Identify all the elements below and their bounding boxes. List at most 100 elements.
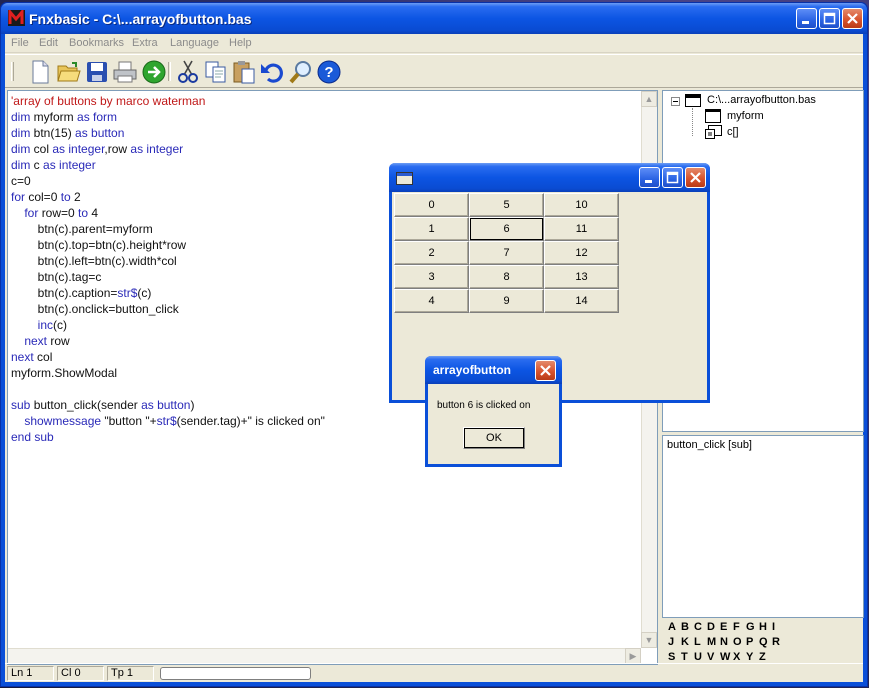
alphabet-letter[interactable]: A [668, 620, 681, 635]
grid-button[interactable]: 3 [394, 265, 469, 289]
toolbar-separator [168, 62, 171, 81]
menu-file[interactable]: File [11, 37, 29, 49]
alphabet-letter[interactable]: D [707, 620, 720, 635]
grid-button[interactable]: 1 [394, 217, 469, 241]
code-token: button_click(sender [33, 398, 142, 412]
alphabet-letter[interactable]: C [694, 620, 707, 635]
alphabet-letter[interactable]: E [720, 620, 733, 635]
title-bar[interactable]: Fnxbasic - C:\...arrayofbutton.bas [1, 3, 867, 34]
tree-line [692, 108, 693, 136]
toolbar-grip[interactable] [11, 62, 14, 81]
code-token: dim [11, 158, 34, 172]
run-button[interactable] [141, 59, 167, 85]
code-token: as integer [52, 142, 105, 156]
cut-button[interactable] [175, 59, 201, 85]
alphabet-letter[interactable]: G [746, 620, 759, 635]
grid-button[interactable]: 0 [394, 193, 469, 217]
tree-root-label[interactable]: C:\...arrayofbutton.bas [707, 94, 816, 106]
menu-language[interactable]: Language [170, 37, 219, 49]
minimize-button[interactable] [796, 8, 817, 29]
collapse-icon[interactable] [671, 97, 680, 106]
run-icon [142, 60, 166, 84]
alphabet-letter[interactable]: O [733, 635, 746, 650]
form-maximize-button[interactable] [662, 167, 683, 188]
grid-button[interactable]: 11 [544, 217, 619, 241]
code-token: str$ [156, 414, 177, 428]
code-line[interactable]: dim col as integer,row as integer [11, 141, 641, 157]
code-token: col [33, 142, 53, 156]
dialog-close-button[interactable] [535, 360, 556, 381]
alphabet-letter[interactable]: B [681, 620, 694, 635]
new-file-button[interactable] [27, 59, 53, 85]
save-button[interactable] [84, 59, 110, 85]
close-button[interactable] [842, 8, 863, 29]
scroll-right-arrow-icon[interactable]: ▶ [625, 648, 641, 664]
menu-help[interactable]: Help [229, 37, 252, 49]
undo-button[interactable] [259, 59, 285, 85]
paste-icon [233, 61, 255, 84]
print-button[interactable] [112, 59, 138, 85]
status-line: Ln 1 [7, 666, 54, 681]
tree-item-c[interactable]: c[] [727, 126, 739, 138]
menu-edit[interactable]: Edit [39, 37, 58, 49]
code-token: next [11, 350, 38, 364]
form-close-button[interactable] [685, 167, 706, 188]
code-line[interactable]: dim btn(15) as button [11, 125, 641, 141]
dialog-title-bar[interactable]: arrayofbutton [425, 356, 562, 384]
code-token: sub [11, 398, 34, 412]
alphabet-letter[interactable]: I [772, 620, 785, 635]
grid-button[interactable]: 4 [394, 289, 469, 313]
open-button[interactable] [56, 59, 82, 85]
help-button[interactable]: ? [316, 59, 342, 85]
menu-bookmarks[interactable]: Bookmarks [69, 37, 124, 49]
form-minimize-button[interactable] [639, 167, 660, 188]
code-token: to [60, 190, 75, 204]
alphabet-letter[interactable]: N [720, 635, 733, 650]
scroll-down-arrow-icon[interactable]: ▼ [641, 632, 657, 648]
cut-icon [178, 60, 198, 83]
grid-button[interactable]: 12 [544, 241, 619, 265]
code-token: for [11, 190, 29, 204]
open-folder-icon [57, 62, 81, 82]
code-line[interactable]: dim myform as form [11, 109, 641, 125]
grid-button[interactable]: 13 [544, 265, 619, 289]
form-title-bar[interactable] [389, 163, 710, 192]
grid-button[interactable]: 8 [469, 265, 544, 289]
alphabet-letter[interactable]: P [746, 635, 759, 650]
menu-extra[interactable]: Extra [132, 37, 158, 49]
alphabet-letter[interactable]: R [772, 635, 785, 650]
copy-button[interactable] [203, 59, 229, 85]
scroll-up-arrow-icon[interactable]: ▲ [641, 91, 657, 107]
grid-button[interactable]: 9 [469, 289, 544, 313]
code-token: end sub [11, 430, 54, 444]
code-token: as button [141, 398, 191, 412]
grid-button[interactable]: 10 [544, 193, 619, 217]
grid-button[interactable]: 7 [469, 241, 544, 265]
alphabet-letter[interactable]: F [733, 620, 746, 635]
alphabet-letter[interactable]: J [668, 635, 681, 650]
tree-item-myform[interactable]: myform [727, 110, 764, 122]
grid-button[interactable]: 6 [469, 217, 544, 241]
print-icon [113, 61, 137, 83]
maximize-button[interactable] [819, 8, 840, 29]
save-icon [87, 62, 107, 82]
code-token: dim [11, 126, 34, 140]
minimize-icon [802, 21, 809, 24]
horizontal-scrollbar[interactable]: ▶ [8, 648, 641, 664]
grid-button[interactable]: 5 [469, 193, 544, 217]
alphabet-letter[interactable]: K [681, 635, 694, 650]
member-item[interactable]: button_click [sub] [667, 439, 752, 451]
alphabet-letter[interactable]: Q [759, 635, 772, 650]
ok-button[interactable]: OK [463, 427, 525, 449]
grid-button[interactable]: 2 [394, 241, 469, 265]
paste-button[interactable] [231, 59, 257, 85]
members-list[interactable]: button_click [sub] [662, 435, 864, 618]
alphabet-letter[interactable]: H [759, 620, 772, 635]
find-button[interactable] [288, 59, 314, 85]
code-line[interactable]: 'array of buttons by marco waterman [11, 93, 641, 109]
grid-button[interactable]: 14 [544, 289, 619, 313]
alphabet-letter[interactable]: L [694, 635, 707, 650]
alphabet-letter[interactable]: M [707, 635, 720, 650]
find-icon [289, 61, 311, 84]
code-token: as integer [43, 158, 96, 172]
